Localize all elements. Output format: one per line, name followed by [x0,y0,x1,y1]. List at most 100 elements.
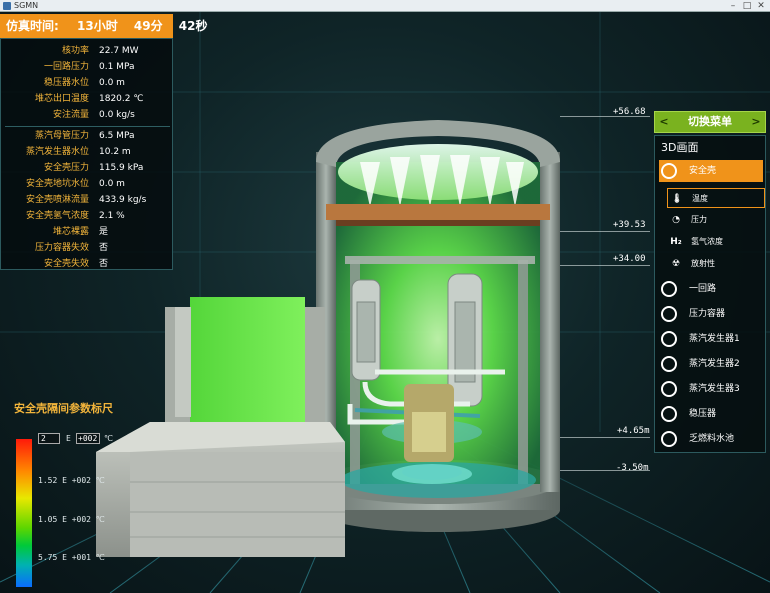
param-divider [5,126,170,127]
menu-item-label: 稳压器 [689,409,717,419]
param-value: 否 [99,243,109,253]
menu-item-steam-generator-3[interactable]: 蒸汽发生器3 [659,378,763,400]
submenu-item-label: 放射性 [691,259,715,268]
steam-generator-icon [661,331,677,347]
param-label: 堆芯裸露 [52,227,89,237]
legend-max-exponent-field[interactable]: +002 [76,433,100,444]
submenu-item-label: 压力 [691,215,707,224]
menu-item-pressurizer[interactable]: 稳压器 [659,403,763,425]
submenu-item-radioactivity[interactable]: ☢ 放射性 [667,254,765,274]
menu-item-label: 一回路 [689,284,717,294]
switch-menu-label: 切换菜单 [688,115,732,128]
param-value: 433.9 kg/s [99,195,147,205]
submenu-item-hydrogen[interactable]: H₂ 氢气浓度 [667,232,765,252]
param-row: 蒸汽母管压力 6.5 MPa [1,128,174,144]
param-row: 堆芯裸露是 [1,224,174,240]
menu-item-pressure-vessel[interactable]: 压力容器 [659,303,763,325]
elevation-label: +56.68 [613,107,646,117]
param-label: 安全壳喷淋流量 [25,195,89,205]
polar-crane-ring [326,204,550,220]
window-title: SGMN [14,1,39,10]
param-row: 安全壳氢气浓度 2.1 % [1,208,174,224]
maximize-button[interactable]: □ [740,0,754,12]
parameter-panel: 核功率 22.7 MW 一回路压力 0.1 MPa 稳压器水位 0.0 m 堆芯出口温… [0,38,173,270]
param-label: 蒸汽母管压力 [34,131,89,141]
legend-max-unit: ℃ [104,434,113,443]
sim-time-bar: 仿真时间: 13小时 49分 42秒 [0,14,207,38]
menu-item-label: 蒸汽发生器3 [689,384,740,394]
param-label: 安注流量 [52,110,89,120]
legend-max-e: E [66,434,71,443]
menu-item-label: 安全壳 [689,166,717,176]
param-label: 核功率 [61,46,89,56]
submenu-item-label: 氢气浓度 [691,237,723,246]
param-row: 安全壳喷淋流量 433.9 kg/s [1,192,174,208]
menu-item-label: 乏燃料水池 [689,434,735,444]
menu-item-spent-fuel-pool[interactable]: 乏燃料水池 [659,428,763,450]
legend-max-value-field[interactable]: 2 [38,433,60,444]
param-value: 0.0 kg/s [99,110,135,120]
view-menu-panel: 3D画面 安全壳 🌡 温度 ◔ 压力 H₂ 氢气浓度 ☢ 放射性 一回路 压力容… [654,135,766,453]
legend-tick: 1.05 E +002 ℃ [38,515,105,524]
radiation-icon: ☢ [671,259,681,269]
spent-fuel-pool-icon [661,431,677,447]
app-icon [3,2,11,10]
menu-item-label: 蒸汽发生器1 [689,334,740,344]
menu-item-primary-loop[interactable]: 一回路 [659,278,763,300]
param-value: 0.1 MPa [99,62,135,72]
menu-item-steam-generator-2[interactable]: 蒸汽发生器2 [659,353,763,375]
param-label: 压力容器失效 [34,243,89,253]
param-label: 安全壳地坑水位 [25,179,89,189]
param-row: 稳压器水位 0.0 m [1,75,174,91]
hydrogen-icon: H₂ [670,237,682,247]
sim-time-minutes: 49分 [133,19,163,33]
sim-time-label: 仿真时间: [6,19,59,33]
param-value: 0.0 m [99,179,125,189]
menu-next-button[interactable]: > [749,112,763,132]
param-value: 22.7 MW [99,46,139,56]
param-value: 6.5 MPa [99,131,135,141]
param-value: 是 [99,227,109,237]
param-row: 压力容器失效否 [1,240,174,256]
close-button[interactable]: ✕ [754,0,768,12]
menu-title: 3D画面 [661,141,699,154]
containment-icon [661,163,677,179]
pressurizer-icon [661,406,677,422]
param-value: 115.9 kPa [99,163,144,173]
param-row: 安全壳失效否 [1,256,174,272]
elevation-line [560,231,650,232]
param-value: 0.0 m [99,78,125,88]
submenu-item-temperature[interactable]: 🌡 温度 [667,188,765,208]
window-title-bar: SGMN – □ ✕ [0,0,770,12]
param-label: 稳压器水位 [43,78,89,88]
legend-color-scale [16,439,32,587]
elevation-label: +4.65m [617,426,650,436]
elevation-label: -3.50m [616,463,649,473]
gauge-icon: ◔ [672,215,680,225]
menu-item-steam-generator-1[interactable]: 蒸汽发生器1 [659,328,763,350]
submenu-item-pressure[interactable]: ◔ 压力 [667,210,765,230]
param-value: 否 [99,259,109,269]
param-row: 一回路压力 0.1 MPa [1,59,174,75]
param-value: 1820.2 ℃ [99,94,144,104]
elevation-line [560,265,650,266]
param-label: 堆芯出口温度 [34,94,89,104]
param-value: 10.2 m [99,147,131,157]
minimize-button[interactable]: – [726,0,740,12]
param-row: 安全壳地坑水位 0.0 m [1,176,174,192]
param-row: 安全壳压力 115.9 kPa [1,160,174,176]
param-label: 一回路压力 [43,62,89,72]
legend-tick: 1.52 E +002 ℃ [38,476,105,485]
param-label: 安全壳失效 [43,259,89,269]
param-row: 核功率 22.7 MW [1,43,174,59]
menu-prev-button[interactable]: < [657,112,671,132]
steam-generator-1 [351,279,381,381]
sim-time-hours: 13小时 [77,19,118,33]
pressure-vessel-icon [661,306,677,322]
menu-item-containment[interactable]: 安全壳 [659,160,763,182]
legend-title: 安全壳隔间参数标尺 [14,402,113,415]
steam-generator-icon [661,356,677,372]
param-row: 堆芯出口温度 1820.2 ℃ [1,91,174,107]
param-label: 蒸汽发生器水位 [25,147,89,157]
steam-generator-icon [661,381,677,397]
